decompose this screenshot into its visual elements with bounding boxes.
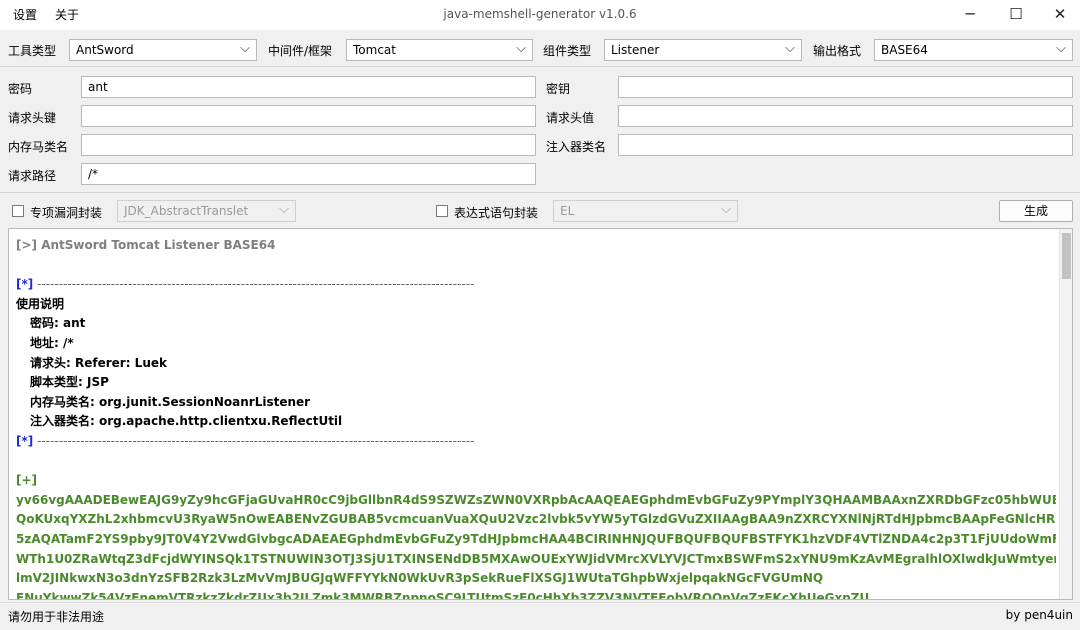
marker-text: [*] xyxy=(16,277,34,292)
marker-text: [*] xyxy=(16,433,34,448)
shell-class-input[interactable] xyxy=(82,135,535,155)
expr-wrap-value: EL xyxy=(560,204,575,218)
divider-line: [*] ------------------------------------… xyxy=(16,432,1056,452)
path-input[interactable] xyxy=(82,164,535,184)
header-name-field[interactable] xyxy=(81,105,536,127)
password-field[interactable] xyxy=(81,76,536,98)
payload-line: WTh1U0ZRaWtqZ3dFcjdWYINSQk1TSTNUWIN3OTJ3… xyxy=(16,551,1056,566)
expr-wrap-checkbox[interactable] xyxy=(436,205,448,217)
tool-type-select[interactable]: AntSword ⌵ xyxy=(69,39,257,61)
component-label: 组件类型 xyxy=(543,44,592,58)
usage-line: 请求头: Referer: Luek xyxy=(30,355,167,370)
output-header: [>] AntSword Tomcat Listener BASE64 xyxy=(16,238,276,252)
usage-line: 注入器类名: org.apache.http.clientxu.ReflectU… xyxy=(30,414,343,429)
component-select[interactable]: Listener ⌵ xyxy=(604,39,802,61)
injector-class-label: 注入器类名 xyxy=(546,140,607,154)
output-content: [>] AntSword Tomcat Listener BASE64 [*] … xyxy=(16,236,1056,600)
special-wrap-checkbox[interactable] xyxy=(12,205,24,217)
key-label: 密钥 xyxy=(546,82,571,96)
minimize-button[interactable]: ─ xyxy=(947,0,993,30)
output-textarea[interactable]: [>] AntSword Tomcat Listener BASE64 [*] … xyxy=(8,228,1073,600)
injector-class-input[interactable] xyxy=(619,135,1072,155)
payload-line: FNuYkwwZk54VzFnemVTRzkzZkdrZUx3b2JLZmk3M… xyxy=(16,590,870,600)
expr-wrap-select: EL ⌵ xyxy=(553,200,738,222)
component-value: Listener xyxy=(611,43,660,57)
shell-class-label: 内存马类名 xyxy=(8,140,69,154)
header-value-input[interactable] xyxy=(619,106,1072,126)
expr-wrap-label: 表达式语句封装 xyxy=(454,206,539,220)
window-title: java-memshell-generator v1.0.6 xyxy=(443,7,637,21)
chevron-down-icon: ⌵ xyxy=(516,41,526,56)
header-value-field[interactable] xyxy=(618,105,1073,127)
header-name-input[interactable] xyxy=(82,106,535,126)
tool-type-value: AntSword xyxy=(76,43,134,57)
title-bar: 设置 关于 java-memshell-generator v1.0.6 ─ ☐… xyxy=(0,0,1080,30)
separator xyxy=(0,66,1080,67)
key-field[interactable] xyxy=(618,76,1073,98)
usage-line: 密码: ant xyxy=(30,316,86,331)
special-wrap-value: JDK_AbstractTranslet xyxy=(124,204,249,218)
output-format-select[interactable]: BASE64 ⌵ xyxy=(874,39,1073,61)
scrollbar-thumb[interactable] xyxy=(1062,233,1071,279)
divider-line: [*] ------------------------------------… xyxy=(16,275,1056,295)
vertical-scrollbar[interactable] xyxy=(1059,229,1072,599)
payload-line: lmV2JINkwxN3o3dnYzSFB2Rzk3LzMvVmJBUGJqWF… xyxy=(16,571,824,586)
output-format-label: 输出格式 xyxy=(813,44,862,58)
payload-line: 5zAQATamF2YS9pby9JT0V4Y2VwdGlvbgcADAEAEG… xyxy=(16,531,1056,546)
chevron-down-icon: ⌵ xyxy=(785,41,795,56)
middleware-value: Tomcat xyxy=(353,43,396,57)
middleware-select[interactable]: Tomcat ⌵ xyxy=(346,39,533,61)
special-wrap-select: JDK_AbstractTranslet ⌵ xyxy=(117,200,296,222)
path-label: 请求路径 xyxy=(8,169,57,183)
output-format-value: BASE64 xyxy=(881,43,928,57)
dash-text: ----------------------------------------… xyxy=(33,277,475,292)
status-author: by pen4uin xyxy=(1005,608,1073,622)
separator xyxy=(0,192,1080,193)
chevron-down-icon: ⌵ xyxy=(240,41,250,56)
special-wrap-label: 专项漏洞封装 xyxy=(30,206,103,220)
usage-line: 内存马类名: org.junit.SessionNoanrListener xyxy=(30,394,311,409)
password-label: 密码 xyxy=(8,82,33,96)
payload-line: yv66vgAAADEBewEAJG9yZy9hcGFjaGUvaHR0cC9j… xyxy=(16,492,1056,507)
key-input[interactable] xyxy=(619,77,1072,97)
shell-class-field[interactable] xyxy=(81,134,536,156)
tool-type-label: 工具类型 xyxy=(8,44,57,58)
header-name-label: 请求头键 xyxy=(8,111,57,125)
chevron-down-icon: ⌵ xyxy=(721,202,731,217)
usage-line: 地址: /* xyxy=(30,335,74,350)
injector-class-field[interactable] xyxy=(618,134,1073,156)
chevron-down-icon: ⌵ xyxy=(279,202,289,217)
close-button[interactable]: ✕ xyxy=(1037,0,1080,30)
plus-marker: [+] xyxy=(16,473,38,488)
status-warning: 请勿用于非法用途 xyxy=(8,610,105,624)
password-input[interactable] xyxy=(82,77,535,97)
usage-line: 脚本类型: JSP xyxy=(30,375,109,390)
header-value-label: 请求头值 xyxy=(546,111,595,125)
middleware-label: 中间件/框架 xyxy=(268,44,333,58)
maximize-button[interactable]: ☐ xyxy=(993,0,1039,30)
usage-title: 使用说明 xyxy=(16,296,65,311)
dash-text: ----------------------------------------… xyxy=(33,433,475,448)
payload-line: QoKUxqYXZhL2xhbmcvU3RyaW5nOwEABENvZGUBAB… xyxy=(16,512,1056,527)
generate-button[interactable]: 生成 xyxy=(999,200,1073,222)
chevron-down-icon: ⌵ xyxy=(1056,41,1066,56)
status-bar: 请勿用于非法用途 by pen4uin xyxy=(0,602,1080,630)
path-field[interactable] xyxy=(81,163,536,185)
